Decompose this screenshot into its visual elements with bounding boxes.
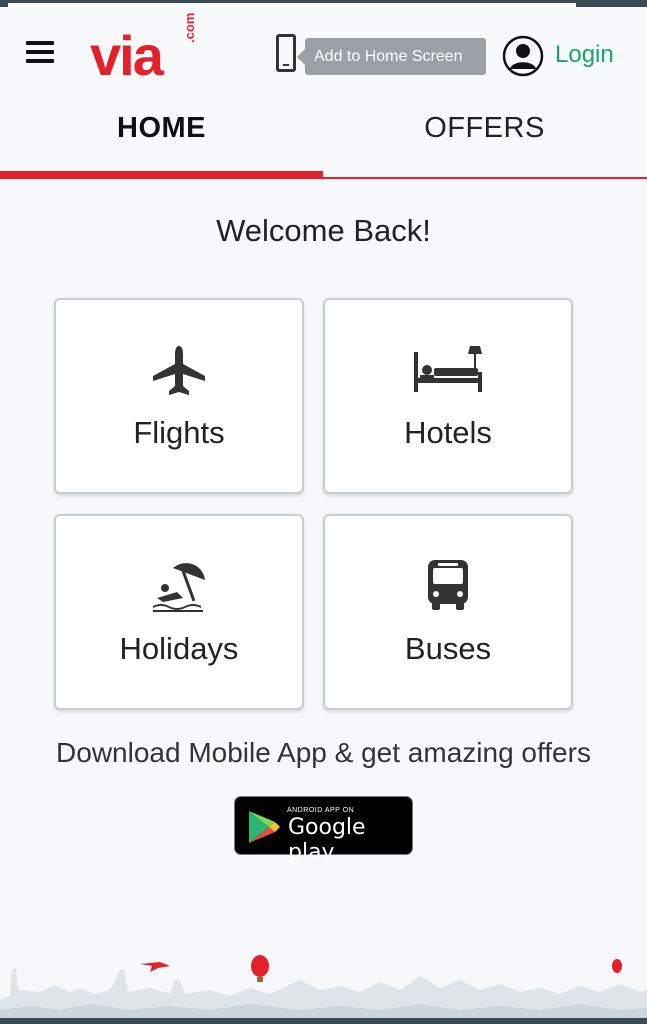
active-tab-indicator (0, 171, 323, 179)
download-app-text: Download Mobile App & get amazing offers (56, 737, 591, 768)
service-label: Holidays (119, 631, 239, 666)
user-avatar-icon[interactable] (502, 35, 544, 77)
service-card-hotels[interactable]: Hotels (323, 298, 573, 494)
tab-offers[interactable]: OFFERS (323, 99, 646, 171)
service-card-holidays[interactable]: Holidays (54, 514, 304, 710)
login-link[interactable]: Login (555, 41, 614, 69)
service-label: Buses (404, 631, 492, 666)
phone-icon[interactable] (276, 34, 296, 72)
hamburger-menu-icon[interactable] (26, 41, 54, 65)
google-play-badge[interactable]: ANDROID APP ON Google play (234, 796, 413, 865)
service-label: Hotels (404, 415, 492, 450)
bed-icon (414, 346, 482, 392)
add-to-home-screen-label: Add to Home Screen (314, 48, 463, 65)
google-play-small-text: ANDROID APP ON (287, 807, 355, 814)
beach-umbrella-icon (153, 563, 205, 612)
city-skyline-illustration (0, 955, 647, 1024)
header: via .com Add to Home Screen Login (0, 7, 647, 99)
service-card-buses[interactable]: Buses (323, 514, 573, 710)
tab-bar: HOME OFFERS (0, 99, 647, 181)
top-status-strip (0, 0, 647, 7)
google-play-icon (249, 811, 280, 843)
bottom-bar (0, 1018, 647, 1024)
airplane-icon (153, 346, 205, 395)
welcome-heading: Welcome Back! (216, 213, 431, 248)
bus-icon (428, 560, 468, 610)
tab-home[interactable]: HOME (0, 99, 323, 171)
service-label: Flights (133, 415, 225, 450)
add-to-home-screen-button[interactable]: Add to Home Screen (297, 38, 486, 75)
google-play-big-text: Google play (288, 815, 366, 865)
service-card-flights[interactable]: Flights (54, 298, 304, 494)
via-logo[interactable]: via .com (90, 13, 197, 91)
